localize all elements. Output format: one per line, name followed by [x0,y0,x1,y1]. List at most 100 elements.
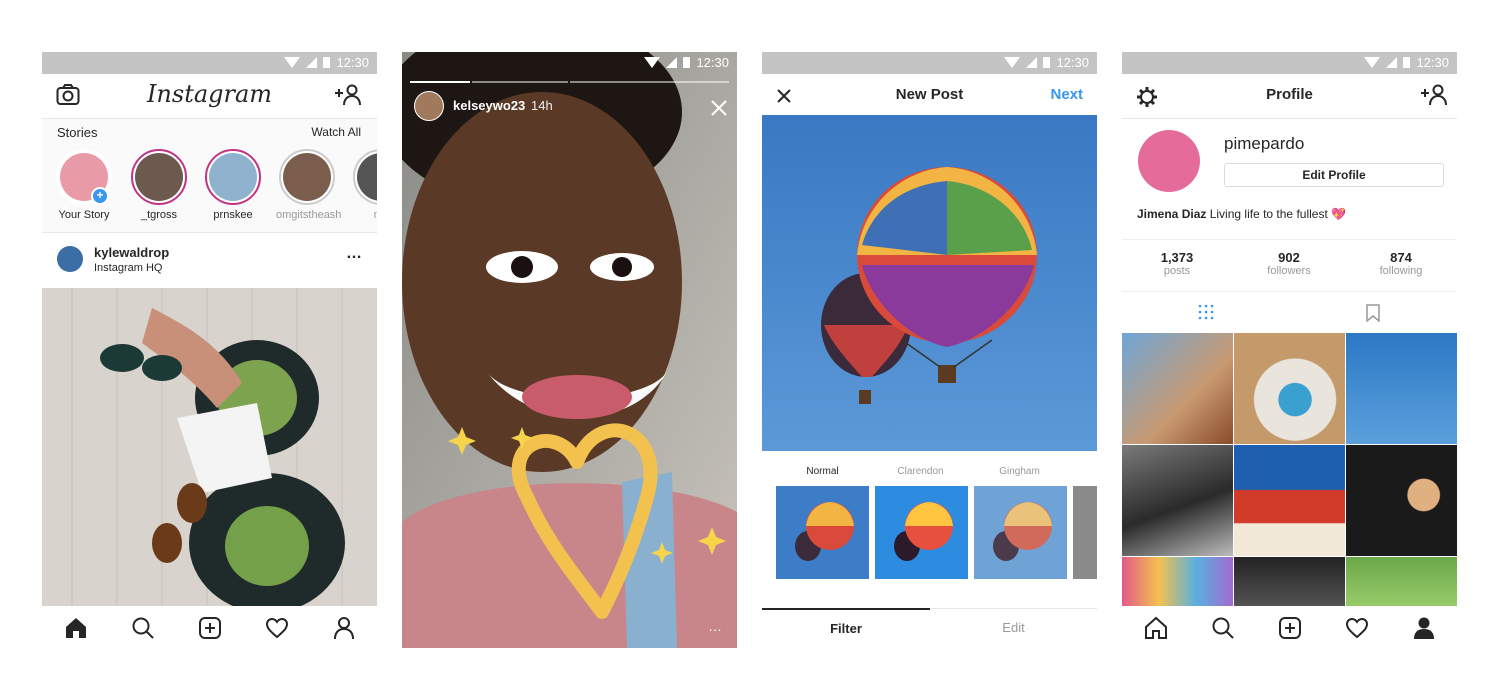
grid-view-icon[interactable] [1198,304,1214,320]
profile-screen: 12:30 Profile pimepardo Edit Profile Jim… [1122,52,1457,648]
grid-photo[interactable] [1234,333,1345,444]
search-icon[interactable] [1211,616,1235,640]
stat-number: 1,373 [1160,250,1194,265]
story-progress-segment [570,81,729,83]
filter-thumbnail-normal[interactable] [776,486,869,579]
add-user-icon[interactable] [1419,84,1449,106]
filter-thumbnail-clarendon[interactable] [875,486,968,579]
status-time: 12:30 [336,55,369,70]
story-username[interactable]: kelseywo23 [453,98,525,113]
add-story-icon: + [91,187,109,205]
filter-thumbnail-partial[interactable] [1073,486,1097,579]
new-post-icon[interactable] [1278,616,1302,640]
story-item[interactable]: omgitstheash [276,149,341,221]
tab-edit[interactable]: Edit [930,608,1097,648]
add-user-icon[interactable] [333,84,363,106]
profile-icon[interactable] [1412,616,1436,640]
story-name: mc [350,209,377,221]
avatar [209,153,257,201]
grid-photo[interactable] [1234,557,1345,608]
battery-icon [323,57,331,68]
new-post-icon[interactable] [198,616,222,640]
wifi-icon [1004,57,1021,68]
story-photo[interactable] [402,52,737,648]
stat-following[interactable]: 874 following [1346,250,1456,277]
grid-photo[interactable] [1346,333,1457,444]
post-location[interactable]: Instagram HQ [94,262,162,274]
watch-all-link[interactable]: Watch All [311,125,361,139]
feed-screen: 12:30 Instagram Stories Watch All + Your… [42,52,377,648]
new-post-header: New Post Next [762,74,1097,118]
story-item[interactable]: _tgross [128,149,190,221]
grid-photo[interactable] [1234,445,1345,556]
filter-label: Normal [806,466,839,477]
status-bar: 12:30 [42,52,377,74]
story-item[interactable]: mc [350,149,377,221]
filter-label: Clarendon [897,466,944,477]
more-options-icon[interactable]: … [708,618,723,634]
story-timestamp: 14h [531,98,553,113]
bookmark-icon[interactable] [1366,304,1380,322]
new-post-screen: 12:30 New Post Next Normal Clarendon Gin… [762,52,1097,648]
profile-icon[interactable] [332,616,356,640]
grid-photo[interactable] [1122,333,1233,444]
status-bar: 12:30 [762,52,1097,74]
photo-grid [1122,333,1457,608]
stories-label: Stories [57,125,98,140]
signal-icon [306,57,318,68]
filter-label: Gingham [999,466,1040,477]
page-title: Profile [1266,86,1313,103]
next-button[interactable]: Next [1050,86,1083,103]
post-username[interactable]: kylewaldrop [94,245,169,260]
divider [1122,239,1457,240]
filter-thumbnail-gingham[interactable] [974,486,1067,579]
story-name: Your Story [58,209,110,221]
stat-label: posts [1163,265,1191,277]
avatar [283,153,331,201]
post-image[interactable] [42,288,377,608]
selected-photo[interactable] [762,115,1097,451]
search-icon[interactable] [131,616,155,640]
story-progress-segment [410,81,470,83]
stat-posts[interactable]: 1,373 posts [1122,250,1232,277]
more-options-icon[interactable]: … [346,245,363,263]
divider [1122,291,1457,292]
grid-photo[interactable] [1122,445,1233,556]
stat-followers[interactable]: 902 followers [1234,250,1344,277]
grid-photo[interactable] [1346,557,1457,608]
wifi-icon [284,57,301,68]
grid-photo[interactable] [1346,445,1457,556]
profile-header: Profile [1122,74,1457,119]
edit-profile-button[interactable]: Edit Profile [1224,163,1444,187]
story-item[interactable]: + Your Story [53,149,115,221]
heart-icon[interactable] [265,616,289,640]
status-bar: 12:30 [1122,52,1457,74]
grid-photo[interactable] [1122,557,1233,608]
home-icon[interactable] [1144,616,1168,640]
avatar [357,153,377,201]
signal-icon [1386,57,1398,68]
avatar[interactable] [57,246,83,272]
story-item[interactable]: prnskee [202,149,264,221]
profile-username: pimepardo [1224,134,1305,153]
story-screen: 12:30 kelseywo23 14h … [402,52,737,648]
home-icon[interactable] [64,616,88,640]
battery-icon [1043,57,1051,68]
post-header: kylewaldrop Instagram HQ … [42,233,377,287]
status-bar: 12:30 [402,52,737,74]
status-time: 12:30 [696,55,729,70]
stories-tray: Stories Watch All + Your Story _tgross p… [42,119,377,233]
close-icon[interactable] [711,100,727,116]
story-name: _tgross [140,209,178,221]
stat-label: followers [1267,265,1311,277]
avatar[interactable] [1138,130,1200,192]
heart-icon[interactable] [1345,616,1369,640]
stat-number: 902 [1278,250,1300,265]
status-time: 12:30 [1416,55,1449,70]
wifi-icon [644,57,661,68]
stat-label: following [1379,265,1423,277]
tab-filter[interactable]: Filter [762,608,930,648]
battery-icon [1403,57,1411,68]
avatar[interactable] [414,91,444,121]
wifi-icon [1364,57,1381,68]
